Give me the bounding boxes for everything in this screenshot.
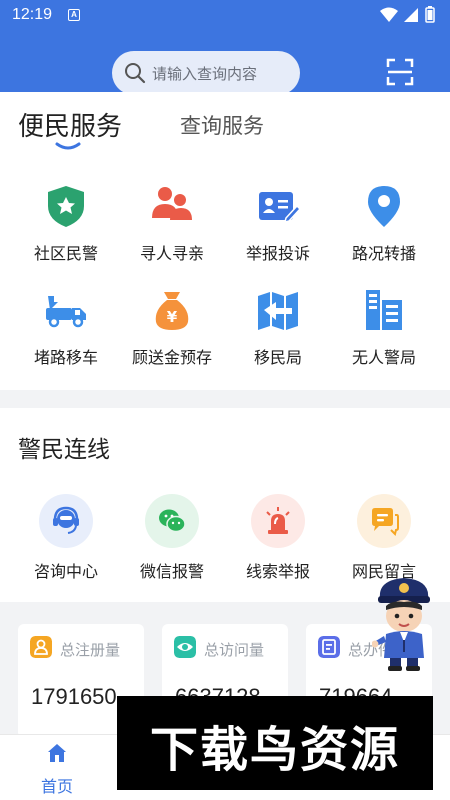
alarm-light-icon xyxy=(266,507,290,534)
service-label: 顾送金预存 xyxy=(131,348,212,367)
status-bar: 12:19 A xyxy=(0,0,450,30)
section-title: 警民连线 xyxy=(18,437,110,463)
app-screen: 12:19 A 请输入查询内容 便民服务 查询服务 社区民警 寻人寻亲 举报投诉… xyxy=(0,0,450,800)
header: 12:19 A 请输入查询内容 xyxy=(0,0,450,95)
stat-label: 总注册量 xyxy=(60,641,121,659)
signal-icon xyxy=(404,8,418,22)
document-icon xyxy=(318,636,340,658)
tab-query-service[interactable]: 查询服务 xyxy=(180,110,264,140)
map-book-icon xyxy=(258,292,298,330)
service-immigration[interactable]: 移民局 xyxy=(225,288,331,378)
service-move-car[interactable]: 堵路移车 xyxy=(13,288,119,378)
tow-truck-icon xyxy=(46,296,86,328)
service-report-complaint[interactable]: 举报投诉 xyxy=(225,184,331,274)
service-label: 无人警局 xyxy=(351,348,416,367)
scan-icon[interactable] xyxy=(386,58,414,86)
stat-value: 1791650 xyxy=(31,684,117,709)
search-placeholder: 请输入查询内容 xyxy=(152,65,258,83)
service-find-people[interactable]: 寻人寻亲 xyxy=(119,184,225,274)
report-card-icon xyxy=(259,192,300,224)
service-traffic-broadcast[interactable]: 路况转播 xyxy=(331,184,437,274)
service-label: 举报投诉 xyxy=(245,244,310,263)
search-bar[interactable]: 请输入查询内容 xyxy=(112,51,300,95)
line-consult-center[interactable]: 咨询中心 xyxy=(13,494,119,594)
eye-icon xyxy=(174,636,196,658)
service-community-police[interactable]: 社区民警 xyxy=(13,184,119,274)
building-icon xyxy=(366,290,402,330)
line-label: 微信报警 xyxy=(139,562,204,581)
watermark: 下载鸟资源 xyxy=(117,696,433,790)
status-icons xyxy=(380,6,435,23)
battery-icon xyxy=(425,6,435,23)
nav-home[interactable]: 首页 xyxy=(30,741,84,799)
user-icon xyxy=(30,636,52,658)
watermark-text: 下载鸟资源 xyxy=(149,722,400,778)
police-mascot-icon[interactable] xyxy=(372,576,436,672)
service-label: 路况转播 xyxy=(351,244,416,263)
notification-app-icon: A xyxy=(68,9,80,21)
message-icon xyxy=(372,508,399,536)
line-label: 咨询中心 xyxy=(33,562,98,581)
police-shield-icon xyxy=(48,186,84,227)
service-unmanned-station[interactable]: 无人警局 xyxy=(331,288,437,378)
nav-home-label: 首页 xyxy=(40,777,73,796)
svg-text:¥: ¥ xyxy=(167,308,178,326)
search-icon xyxy=(125,63,146,84)
wifi-icon xyxy=(380,7,398,22)
service-label: 寻人寻亲 xyxy=(139,244,204,263)
service-deposit[interactable]: ¥ 顾送金预存 xyxy=(119,288,225,378)
line-label: 线索举报 xyxy=(245,562,310,581)
service-label: 移民局 xyxy=(253,348,302,367)
line-clue-report[interactable]: 线索举报 xyxy=(225,494,331,594)
service-card: 便民服务 查询服务 社区民警 寻人寻亲 举报投诉 路况转播 堵路移车 ¥ 顾送金… xyxy=(0,92,450,390)
service-label: 社区民警 xyxy=(33,244,98,263)
tab-convenience-service[interactable]: 便民服务 xyxy=(18,106,122,143)
service-label: 堵路移车 xyxy=(33,348,98,367)
police-line-card: 警民连线 咨询中心 微信报警 线索举报 网民留言 xyxy=(0,408,450,602)
headset-icon xyxy=(53,506,79,534)
location-pin-icon xyxy=(368,186,400,227)
wechat-icon xyxy=(159,509,186,533)
status-time: 12:19 xyxy=(12,6,53,23)
stat-label: 总访问量 xyxy=(204,641,265,659)
home-icon xyxy=(48,744,66,762)
money-bag-icon: ¥ xyxy=(155,292,189,330)
people-icon xyxy=(152,187,192,220)
line-wechat-alarm[interactable]: 微信报警 xyxy=(119,494,225,594)
tab-indicator xyxy=(55,142,81,150)
